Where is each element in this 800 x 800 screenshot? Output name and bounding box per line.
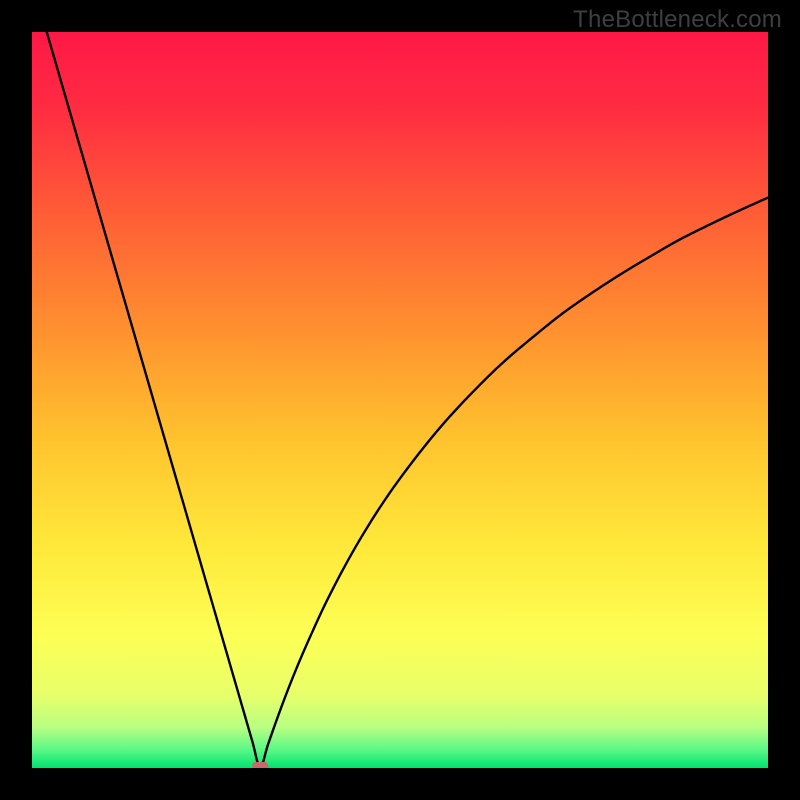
plot-area [32,32,768,768]
gradient-background [32,32,768,768]
minimum-marker [252,762,268,768]
chart-frame: TheBottleneck.com [0,0,800,800]
watermark-text: TheBottleneck.com [573,6,782,34]
